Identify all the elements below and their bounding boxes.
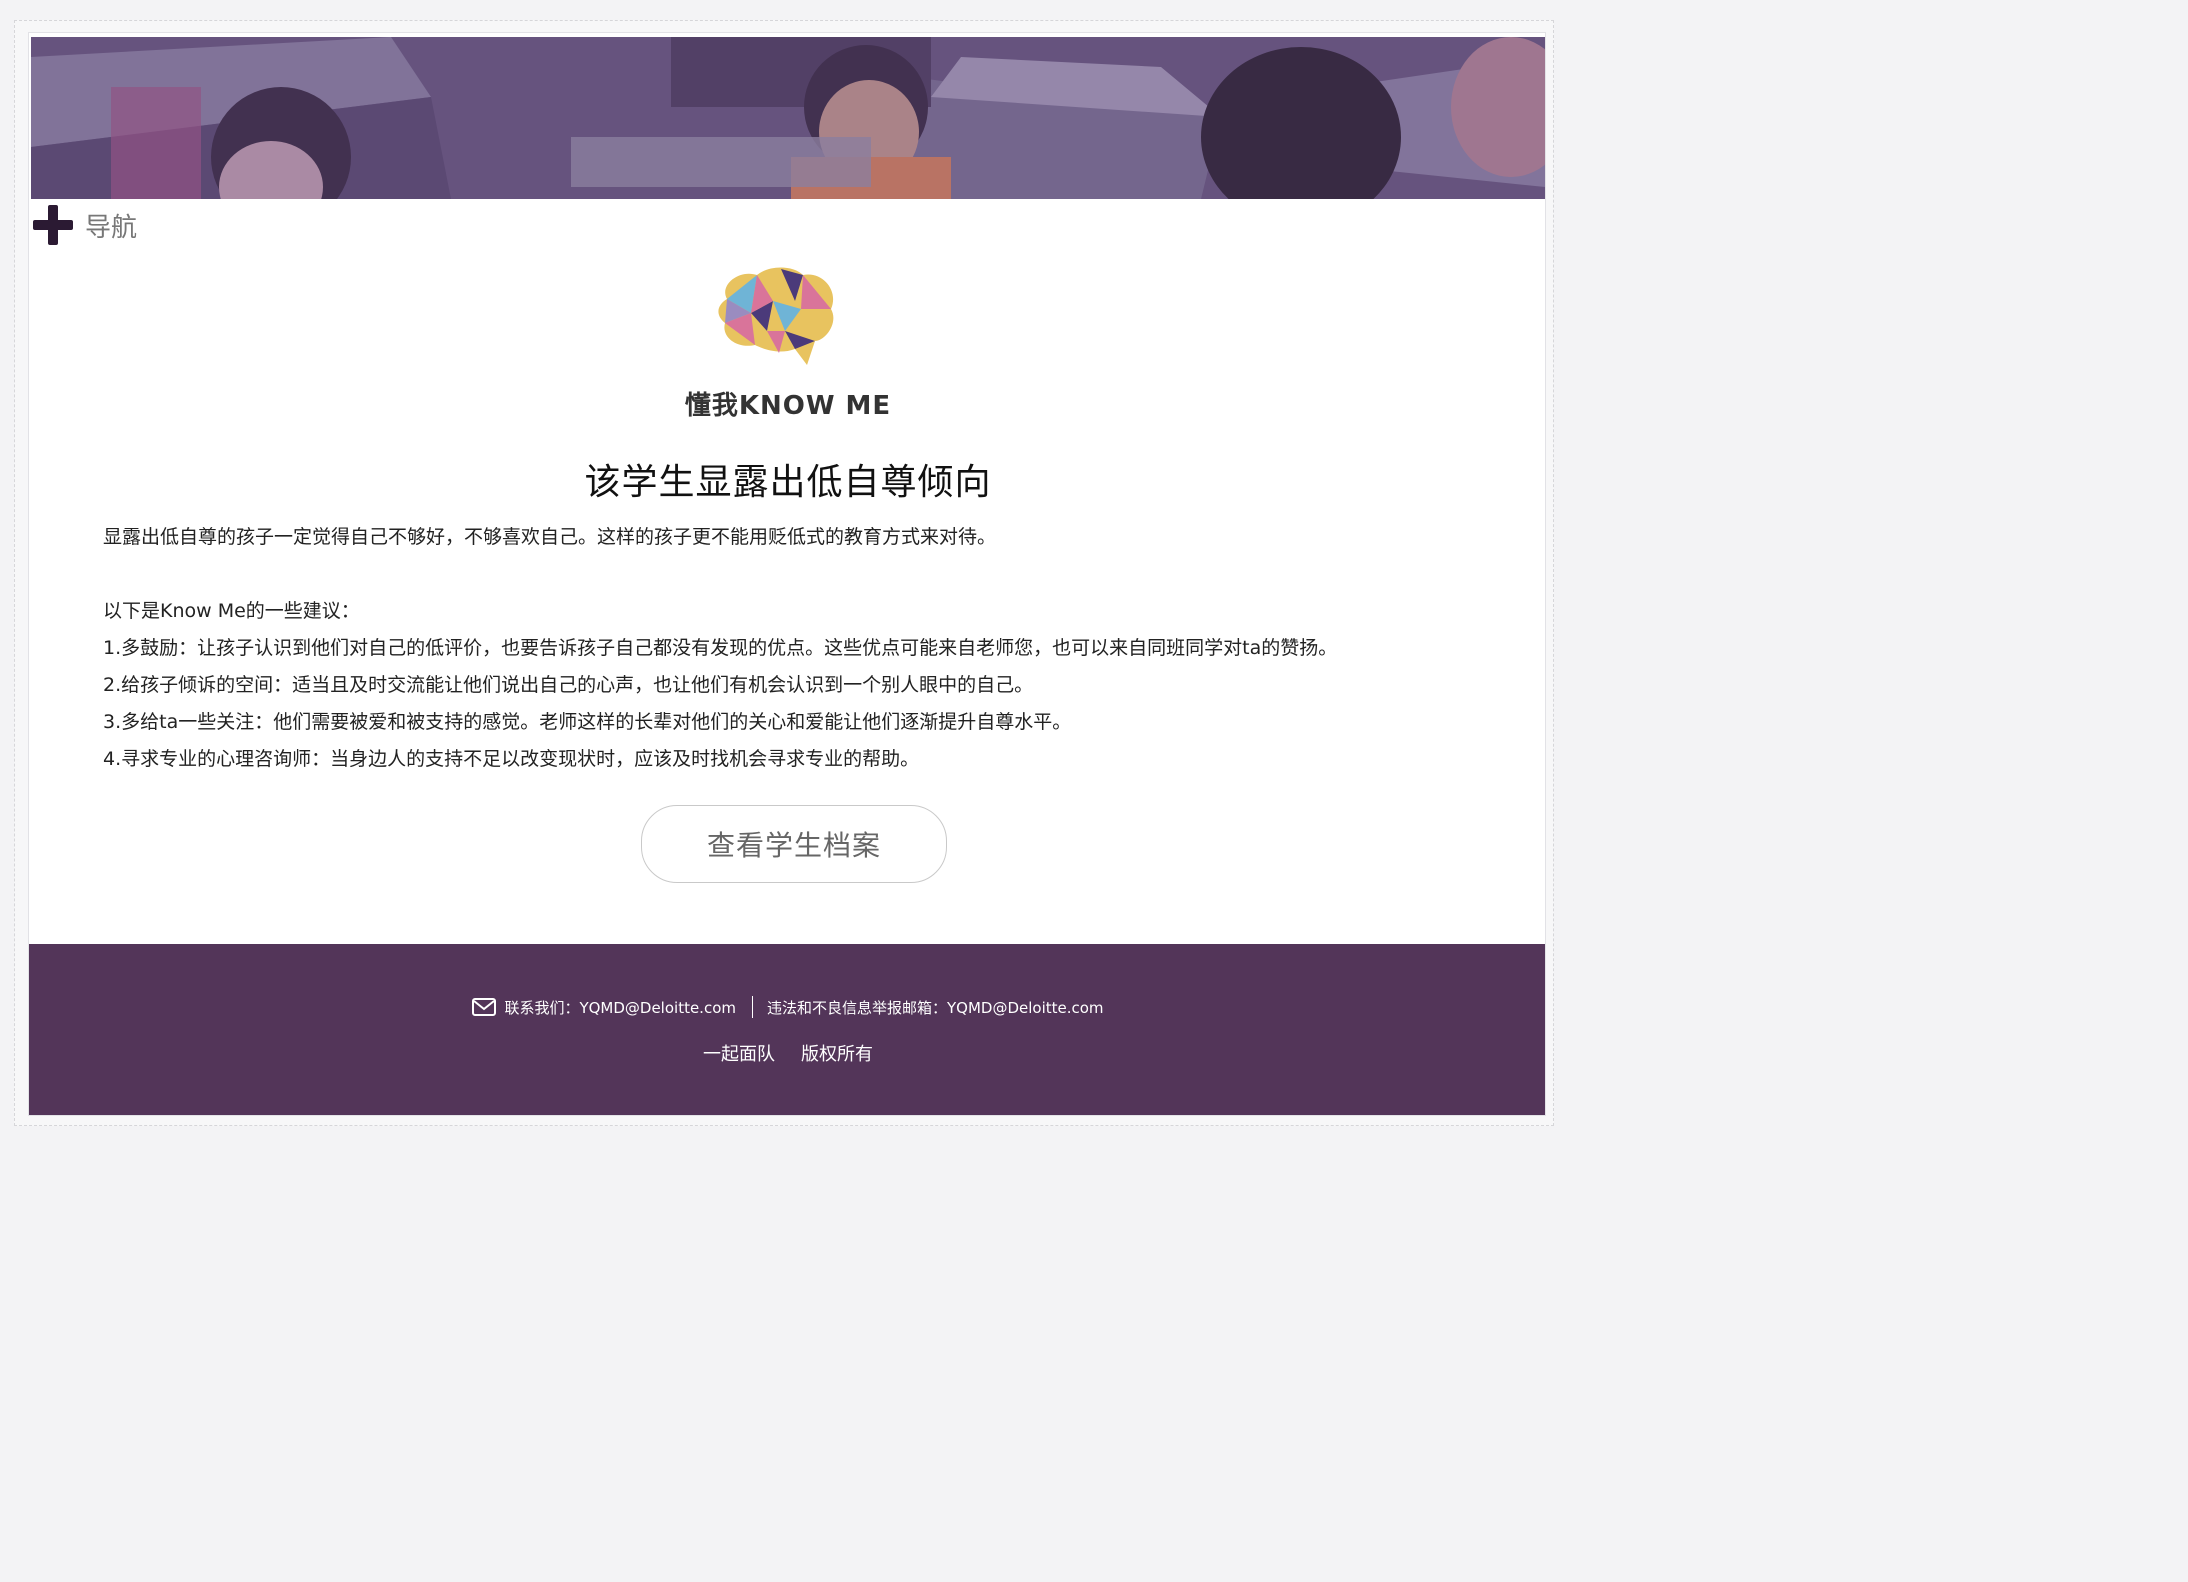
logo-text: 懂我KNOW ME bbox=[684, 391, 892, 421]
nav-toggle[interactable]: 导航 bbox=[33, 203, 137, 247]
footer-links: 一起面队 版权所有 bbox=[29, 1040, 1545, 1066]
nav-label: 导航 bbox=[85, 212, 138, 243]
footer-link-copyright[interactable]: 版权所有 bbox=[801, 1040, 873, 1066]
footer: 联系我们：YQMD@Deloitte.com 违法和不良信息举报邮箱：YQMD@… bbox=[29, 944, 1545, 1115]
contact-email[interactable]: 联系我们：YQMD@Deloitte.com bbox=[504, 997, 736, 1018]
report-email[interactable]: 违法和不良信息举报邮箱：YQMD@Deloitte.com bbox=[767, 997, 1104, 1018]
brain-logo-icon bbox=[718, 267, 834, 365]
footer-contact-row: 联系我们：YQMD@Deloitte.com 违法和不良信息举报邮箱：YQMD@… bbox=[29, 996, 1545, 1018]
suggestion-item: 4.寻求专业的心理咨询师：当身边人的支持不足以改变现状时，应该及时找机会寻求专业… bbox=[103, 748, 920, 770]
suggestion-item: 2.给孩子倾诉的空间：适当且及时交流能让他们说出自己的心声，也让他们有机会认识到… bbox=[103, 674, 1034, 696]
page-frame: 导航 懂我KNOW ME 该学生显露出低自尊倾向 显露出低自尊的孩子一定觉得自己… bbox=[28, 32, 1546, 1116]
mail-icon bbox=[472, 998, 497, 1016]
plus-icon bbox=[33, 205, 73, 245]
view-student-profile-button[interactable]: 查看学生档案 bbox=[641, 805, 947, 883]
footer-link-team[interactable]: 一起面队 bbox=[703, 1040, 775, 1066]
suggestion-item: 1.多鼓励：让孩子认识到他们对自己的低评价，也要告诉孩子自己都没有发现的优点。这… bbox=[103, 637, 1338, 659]
suggestions-heading: 以下是Know Me的一些建议： bbox=[103, 600, 360, 622]
result-content: 显露出低自尊的孩子一定觉得自己不够好，不够喜欢自己。这样的孩子更不能用贬低式的教… bbox=[103, 519, 1523, 778]
footer-divider bbox=[752, 996, 753, 1018]
suggestion-item: 3.多给ta一些关注：他们需要被爱和被支持的感觉。老师这样的长辈对他们的关心和爱… bbox=[103, 711, 1072, 733]
intro-text: 显露出低自尊的孩子一定觉得自己不够好，不够喜欢自己。这样的孩子更不能用贬低式的教… bbox=[103, 526, 997, 548]
header-banner-image bbox=[31, 37, 1545, 199]
result-title: 该学生显露出低自尊倾向 bbox=[584, 462, 992, 503]
